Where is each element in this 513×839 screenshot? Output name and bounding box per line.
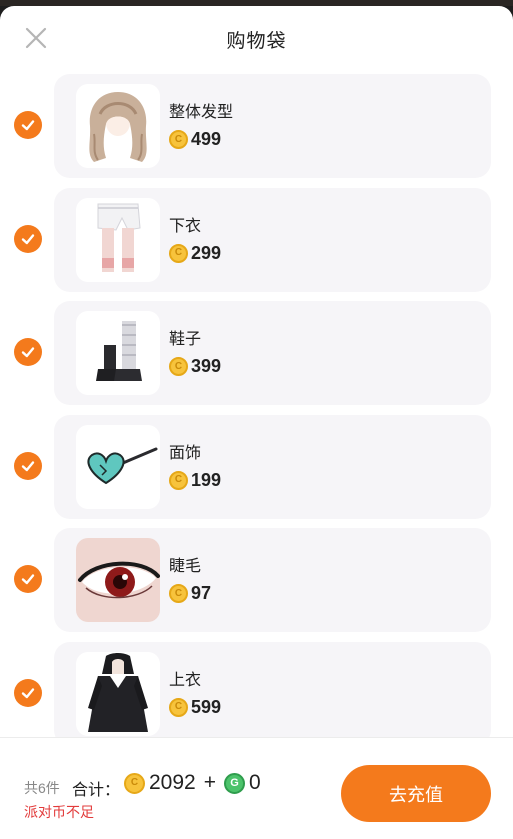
gold-coin-icon: C — [169, 470, 188, 490]
checkmark-icon — [21, 574, 35, 585]
gold-coin-icon: C — [169, 130, 188, 149]
cart-item: 上衣 C 599 — [0, 638, 513, 737]
item-name: 整体发型 — [169, 104, 234, 121]
cart-item: 整体发型 C 499 — [0, 70, 513, 184]
hair-thumbnail-icon — [89, 92, 147, 162]
item-price: C 399 — [169, 356, 221, 377]
item-price: C 599 — [169, 697, 221, 718]
item-card[interactable]: 整体发型 C 499 — [54, 74, 491, 178]
item-price-value: 499 — [191, 129, 222, 149]
item-price-value: 199 — [191, 469, 222, 490]
item-checkbox[interactable] — [14, 565, 42, 594]
gold-coin-icon: C — [169, 584, 188, 604]
gold-coin-icon: C — [169, 243, 188, 263]
pants-thumbnail-icon — [97, 203, 141, 272]
item-card[interactable]: 下衣 C 299 — [54, 187, 491, 292]
gold-coin-icon: C — [169, 357, 188, 377]
green-total: 0 — [248, 771, 261, 794]
total-label: 合计： — [72, 782, 121, 799]
item-name: 睫毛 — [169, 558, 202, 576]
item-price: C 499 — [169, 129, 221, 150]
gold-total: 2092 — [149, 771, 196, 794]
header: 购物袋 — [0, 6, 513, 70]
item-thumbnail — [76, 651, 160, 736]
checkmark-icon — [21, 120, 35, 131]
item-name: 面饰 — [169, 444, 202, 462]
item-card[interactable]: 睫毛 C 97 — [54, 528, 491, 633]
top-thumbnail-icon — [88, 652, 148, 732]
gold-coin-icon: C — [169, 697, 188, 717]
insufficient-balance-warning: 派对币不足 — [24, 804, 94, 820]
item-checkbox[interactable] — [14, 451, 42, 480]
face-accessory-thumbnail-icon — [87, 447, 158, 484]
eyelash-thumbnail-icon — [78, 562, 160, 599]
item-thumbnail — [76, 84, 160, 168]
cart-list[interactable]: 整体发型 C 499 下衣 C 299 鞋子 C 399 面饰 C 199 睫毛… — [0, 70, 513, 737]
shopping-bag-sheet: 购物袋 整体发型 C 499 下衣 C 299 鞋子 C 399 面饰 C 19… — [0, 6, 513, 839]
plus-sign: + — [203, 771, 216, 794]
checkmark-icon — [21, 233, 35, 244]
item-price-value: 97 — [191, 583, 212, 604]
item-thumbnail — [76, 424, 160, 509]
cart-item: 面饰 C 199 — [0, 411, 513, 525]
item-name: 下衣 — [169, 217, 202, 235]
item-price: C 299 — [169, 243, 221, 264]
cart-item: 鞋子 C 399 — [0, 297, 513, 411]
cart-item: 下衣 C 299 — [0, 184, 513, 298]
item-thumbnail — [76, 538, 160, 623]
item-name: 上衣 — [169, 671, 202, 689]
item-checkbox[interactable] — [14, 338, 42, 367]
green-coin-icon: G — [223, 772, 245, 794]
checkmark-icon — [21, 688, 35, 699]
item-card[interactable]: 鞋子 C 399 — [54, 301, 491, 406]
page-title: 购物袋 — [226, 31, 287, 52]
total-amount: C 2092 + G 0 — [124, 771, 261, 795]
item-count: 共6件 — [24, 780, 60, 796]
item-checkbox[interactable] — [14, 224, 42, 253]
gold-coin-icon: C — [124, 772, 145, 794]
checkmark-icon — [21, 461, 35, 471]
item-price-value: 399 — [191, 356, 222, 377]
item-price-value: 299 — [191, 242, 222, 263]
item-thumbnail — [76, 197, 160, 282]
cart-item: 睫毛 C 97 — [0, 524, 513, 638]
checkmark-icon — [21, 347, 35, 358]
item-price: C 97 — [169, 583, 211, 604]
shoes-thumbnail-icon — [96, 321, 142, 382]
item-thumbnail — [76, 311, 160, 396]
item-card[interactable]: 面饰 C 199 — [54, 414, 491, 519]
item-checkbox[interactable] — [14, 678, 42, 707]
recharge-button[interactable]: 去充值 — [341, 765, 491, 822]
item-price-value: 599 — [191, 696, 222, 717]
item-card[interactable]: 上衣 C 599 — [54, 641, 491, 737]
item-checkbox[interactable] — [14, 111, 42, 139]
item-price: C 199 — [169, 470, 221, 491]
checkout-bar: 共6件 合计： C 2092 + G 0 派对币不足 去充值 — [0, 737, 513, 839]
item-name: 鞋子 — [169, 331, 202, 349]
